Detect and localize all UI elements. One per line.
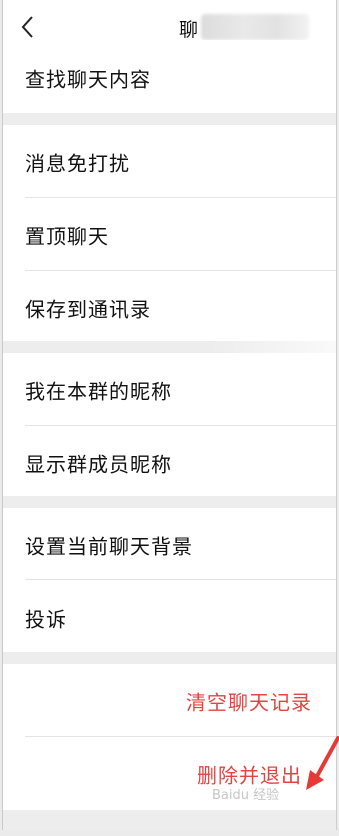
phone-screen: 聊 查找聊天内容 消息免打扰 置顶聊天 保存到通讯录 我在本群的昵称 显示群成员… [2, 0, 337, 830]
blurred-group-name [201, 14, 309, 40]
set-chat-background-item[interactable]: 设置当前聊天背景 [3, 508, 336, 581]
sticky-on-top-item[interactable]: 置顶聊天 [3, 198, 336, 271]
watermark-text: Baidu 经验 [212, 788, 280, 803]
clear-chat-history-button[interactable]: 清空聊天记录 [3, 664, 336, 737]
my-group-nickname-item[interactable]: 我在本群的昵称 [3, 353, 336, 426]
mute-notifications-item[interactable]: 消息免打扰 [3, 125, 336, 198]
set-chat-background-label: 设置当前聊天背景 [25, 534, 193, 558]
page-title: 聊 [179, 19, 200, 41]
chat-options-group: 消息免打扰 置顶聊天 保存到通讯录 [3, 125, 336, 341]
save-to-contacts-item[interactable]: 保存到通讯录 [3, 271, 336, 344]
clear-chat-history-label: 清空聊天记录 [186, 690, 312, 714]
search-group: 查找聊天内容 [3, 40, 336, 113]
save-to-contacts-label: 保存到通讯录 [25, 297, 151, 321]
background-complaint-group: 设置当前聊天背景 投诉 [3, 508, 336, 652]
chevron-left-icon[interactable] [17, 14, 41, 40]
complaint-item[interactable]: 投诉 [3, 581, 336, 654]
find-chat-content-item[interactable]: 查找聊天内容 [3, 40, 336, 113]
complaint-label: 投诉 [25, 607, 67, 631]
delete-and-exit-button[interactable]: 删除并退出 [3, 737, 336, 810]
show-member-nicknames-label: 显示群成员昵称 [25, 452, 172, 476]
my-group-nickname-label: 我在本群的昵称 [25, 379, 172, 403]
divider [25, 579, 336, 580]
nickname-group: 我在本群的昵称 显示群成员昵称 [3, 353, 336, 496]
find-chat-content-label: 查找聊天内容 [25, 67, 151, 92]
show-member-nicknames-item[interactable]: 显示群成员昵称 [3, 426, 336, 499]
annotation-arrow-icon [306, 736, 339, 790]
mute-notifications-label: 消息免打扰 [25, 151, 130, 175]
danger-actions-group: 清空聊天记录 删除并退出 [3, 664, 336, 810]
sticky-on-top-label: 置顶聊天 [25, 224, 109, 248]
